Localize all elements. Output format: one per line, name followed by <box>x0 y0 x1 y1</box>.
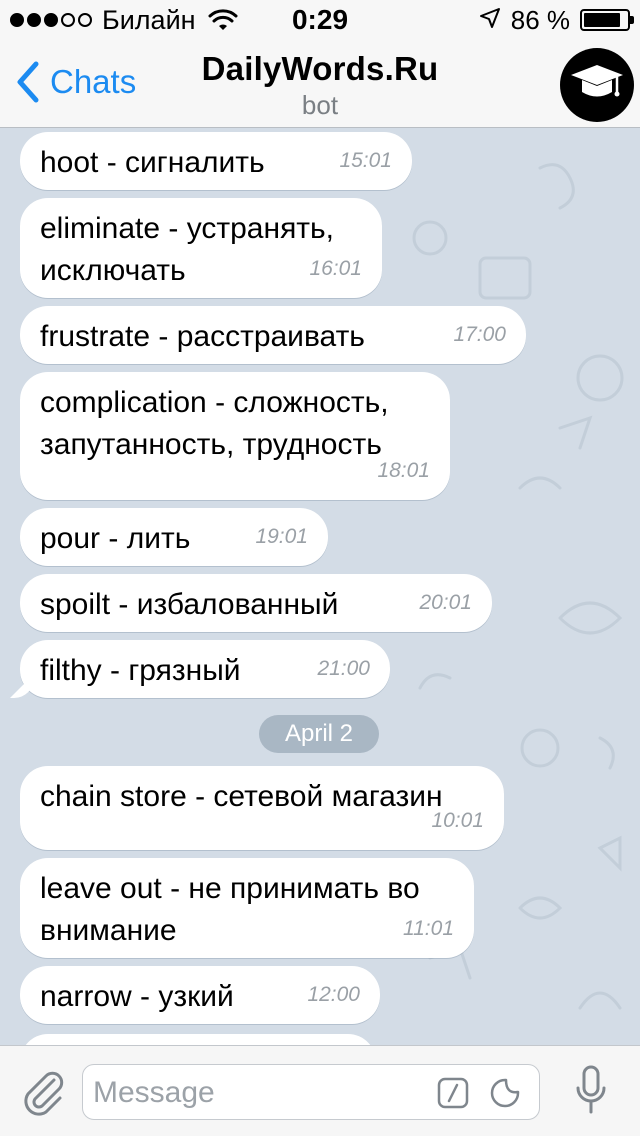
sticker-icon[interactable] <box>489 1077 521 1114</box>
message-bubble[interactable]: filthy - грязный 21:00 <box>20 640 390 698</box>
chat-title[interactable]: DailyWords.Ru <box>0 50 640 88</box>
status-right: 86 % <box>479 0 634 40</box>
message-bubble[interactable]: spoilt - избалованный 20:01 <box>20 574 492 632</box>
message-field <box>82 1064 540 1120</box>
message-time: 10:01 <box>431 809 484 832</box>
message-word: complication <box>40 386 207 419</box>
message-bubble[interactable]: eliminate - устранять, исключать 16:01 <box>20 198 382 298</box>
date-separator: April 2 <box>259 715 379 753</box>
message-time: 17:00 <box>453 323 506 346</box>
bot-command-icon[interactable] <box>437 1077 469 1114</box>
message-word: chain store <box>40 780 187 813</box>
message-time: 11:01 <box>403 917 454 940</box>
message-input[interactable] <box>93 1071 433 1115</box>
battery-percent: 86 % <box>510 5 570 35</box>
message-time: 15:01 <box>339 149 392 172</box>
status-bar: Билайн 0:29 86 % <box>0 0 640 40</box>
message-word: filthy <box>40 654 102 687</box>
nav-bar: Chats DailyWords.Ru bot <box>0 40 640 128</box>
chat-subtitle: bot <box>301 90 339 120</box>
paperclip-icon[interactable] <box>20 1066 64 1123</box>
message-time: 12:00 <box>307 983 360 1006</box>
battery-icon <box>580 9 634 31</box>
input-bar <box>0 1045 640 1136</box>
message-word: spoilt <box>40 588 111 621</box>
message-translation: - лить <box>100 522 191 555</box>
message-translation: - избалованный <box>110 588 339 621</box>
avatar[interactable] <box>560 48 634 122</box>
message-time: 19:01 <box>255 525 308 548</box>
message-time: 20:01 <box>419 591 472 614</box>
message-bubble[interactable]: narrow - узкий 12:00 <box>20 966 380 1024</box>
message-translation: - грязный <box>101 654 241 687</box>
message-translation: - сигналить <box>98 146 265 179</box>
message-bubble[interactable]: hoot - сигналить 15:01 <box>20 132 412 190</box>
message-translation: - сетевой магазин <box>186 780 443 813</box>
message-bubble[interactable]: leave out - не принимать во внимание 11:… <box>20 858 474 958</box>
message-word: eliminate <box>40 212 161 245</box>
message-bubble[interactable]: pour - лить 19:01 <box>20 508 328 566</box>
message-translation: - узкий <box>131 980 234 1013</box>
message-word: frustrate <box>40 320 151 353</box>
partial-message-bubble[interactable] <box>20 1034 376 1045</box>
message-word: hoot <box>40 146 99 179</box>
message-word: narrow <box>40 980 132 1013</box>
message-word: pour <box>40 522 101 555</box>
graduation-cap-icon <box>569 61 625 110</box>
message-bubble[interactable]: complication - сложность, запутанность, … <box>20 372 450 500</box>
message-time: 21:00 <box>317 657 370 680</box>
message-time: 16:01 <box>309 257 362 280</box>
message-time: 18:01 <box>377 459 430 482</box>
microphone-icon[interactable] <box>574 1064 608 1125</box>
message-bubble[interactable]: chain store - сетевой магазин 10:01 <box>20 766 504 850</box>
chat-area[interactable]: hoot - сигналить 15:01 eliminate - устра… <box>0 128 640 1045</box>
battery-fill <box>584 13 621 27</box>
message-word: leave out <box>40 872 162 905</box>
message-translation: - расстраивать <box>150 320 365 353</box>
location-arrow-icon <box>479 0 501 40</box>
message-bubble[interactable]: frustrate - расстраивать 17:00 <box>20 306 526 364</box>
